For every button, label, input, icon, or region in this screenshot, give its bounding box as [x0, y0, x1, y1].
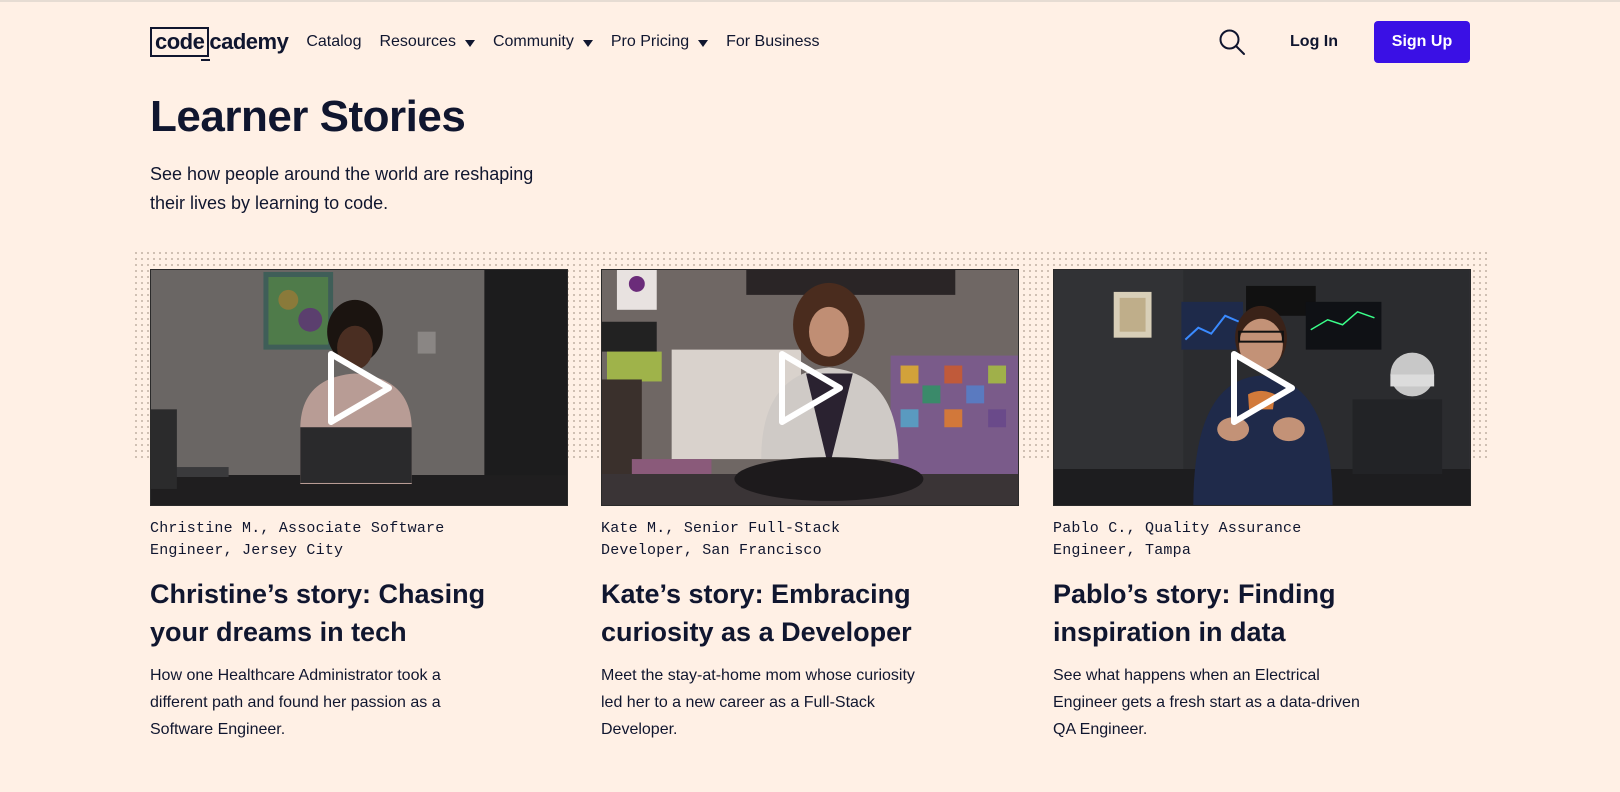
story-byline: Kate M., Senior Full-Stack Developer, Sa…	[601, 520, 841, 559]
nav-catalog[interactable]: Catalog	[306, 33, 361, 51]
story-description: Meet the stay-at-home mom whose curiosit…	[601, 667, 915, 738]
login-link[interactable]: Log In	[1290, 33, 1338, 51]
video-thumbnail-kate[interactable]	[601, 269, 1019, 506]
story-title[interactable]: Kate’s story: Embracing curiosity as a D…	[601, 575, 941, 651]
play-icon	[328, 350, 392, 425]
caret-down-icon	[582, 39, 593, 47]
story-card-kate: Kate M., Senior Full-Stack Developer, Sa…	[601, 269, 1019, 743]
video-thumbnail-pablo[interactable]	[1053, 269, 1471, 506]
codecademy-logo[interactable]: code cademy	[150, 27, 289, 61]
play-icon	[779, 350, 843, 425]
story-title[interactable]: Christine’s story: Chasing your dreams i…	[150, 575, 490, 651]
play-icon	[1231, 350, 1295, 425]
story-card-christine: Christine M., Associate Software Enginee…	[150, 269, 568, 743]
caret-down-icon	[464, 39, 475, 47]
nav-pro-pricing[interactable]: Pro Pricing	[610, 33, 709, 51]
signup-button[interactable]: Sign Up	[1374, 21, 1470, 63]
video-thumbnail-christine[interactable]	[150, 269, 568, 506]
header-actions: Log In Sign Up	[1218, 21, 1470, 63]
story-card-pablo: Pablo C., Quality Assurance Engineer, Ta…	[1053, 269, 1471, 743]
story-byline: Pablo C., Quality Assurance Engineer, Ta…	[1053, 520, 1302, 559]
caret-down-icon	[698, 39, 709, 47]
nav-for-business-label: For Business	[726, 33, 820, 50]
search-icon[interactable]	[1218, 28, 1246, 56]
logo-rest-text: cademy	[209, 29, 289, 54]
page-title: Learner Stories	[150, 92, 466, 141]
main-nav: Catalog Resources Community Pro Pricing …	[306, 33, 837, 51]
page-subtitle: See how people around the world are resh…	[150, 164, 534, 213]
site-header: code cademy Catalog Resources Community …	[150, 20, 1470, 64]
story-title[interactable]: Pablo’s story: Finding inspiration in da…	[1053, 575, 1393, 651]
nav-resources-label: Resources	[379, 33, 456, 50]
nav-catalog-label: Catalog	[306, 33, 362, 50]
story-byline: Christine M., Associate Software Enginee…	[150, 520, 445, 559]
story-description: See what happens when an Electrical Engi…	[1053, 667, 1360, 738]
logo-boxed-text: code	[150, 27, 211, 61]
nav-for-business[interactable]: For Business	[726, 33, 819, 51]
nav-pro-pricing-label: Pro Pricing	[610, 33, 690, 50]
top-border	[0, 0, 1620, 2]
nav-resources[interactable]: Resources	[379, 33, 475, 51]
nav-community-label: Community	[492, 33, 574, 50]
story-description: How one Healthcare Administrator took a …	[150, 667, 441, 738]
nav-community[interactable]: Community	[493, 33, 593, 51]
